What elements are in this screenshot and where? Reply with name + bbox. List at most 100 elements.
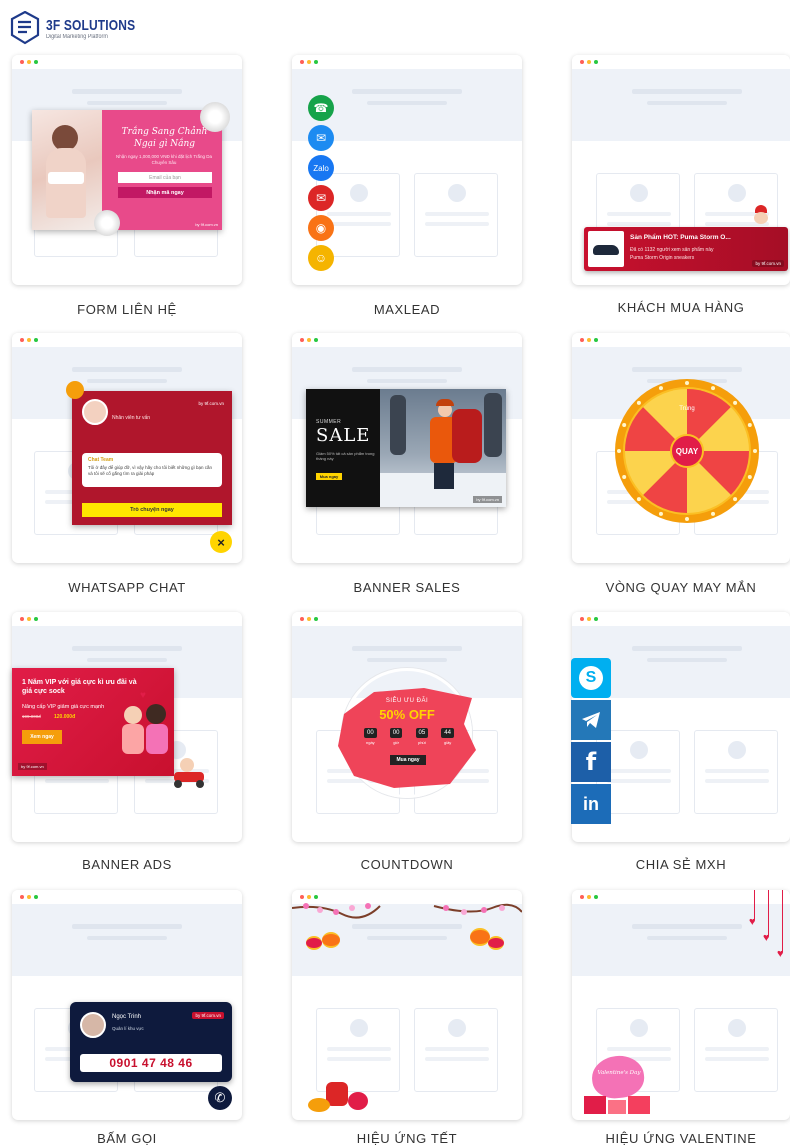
card-label: COUNTDOWN bbox=[360, 857, 454, 872]
popup-title: Sản Phẩm HOT: Puma Storm O... bbox=[630, 234, 731, 241]
brand-badge: by 9f.com.vn bbox=[192, 1012, 224, 1019]
phone-number[interactable]: 0901 47 48 46 bbox=[80, 1054, 222, 1072]
card-form-lien-he[interactable]: Trắng Sang Chảnh Ngại gì Nắng Nhận ngay … bbox=[12, 55, 242, 285]
timer-unit: 00 giờ bbox=[389, 728, 403, 745]
form-title: Trắng Sang Chảnh Ngại gì Nắng bbox=[121, 127, 208, 149]
wheel-light bbox=[711, 511, 716, 516]
brand-badge: by 9f.com.vn bbox=[752, 260, 784, 267]
lucky-wheel[interactable]: QUAY Trúng bbox=[614, 378, 760, 524]
chat-name: Chat Team bbox=[88, 457, 114, 463]
brand-badge: by 9f.com.vn bbox=[195, 222, 218, 227]
card-khach-mua-hang[interactable]: Sản Phẩm HOT: Puma Storm O... Đã có 1132… bbox=[572, 55, 790, 285]
product-image bbox=[588, 231, 624, 267]
card-banner-sales[interactable]: SUMMER SALE Giảm 50% tất cả sản phẩm tro… bbox=[292, 333, 522, 563]
form-popup[interactable]: Trắng Sang Chảnh Ngại gì Nắng Nhận ngay … bbox=[32, 102, 230, 236]
card-countdown[interactable]: SIÊU ƯU ĐÃI 50% OFF 00 ngày 00 giờ 05 ph… bbox=[292, 612, 522, 842]
submit-button[interactable]: Nhận mã ngay bbox=[118, 187, 212, 198]
lantern-icon bbox=[488, 936, 504, 950]
buy-now-button[interactable]: Mua ngay bbox=[390, 755, 426, 765]
heart-icon: ♥ bbox=[749, 916, 756, 928]
card-label: CHIA SẺ MXH bbox=[635, 857, 727, 872]
wheel-light bbox=[636, 497, 641, 502]
ads-subtitle: Nâng cấp VIP giảm giá cực mạnh bbox=[22, 704, 105, 710]
model-image bbox=[32, 110, 102, 230]
couple-illustration bbox=[120, 698, 170, 758]
location-icon[interactable]: ◉ bbox=[308, 215, 334, 241]
ads-banner[interactable]: 1 Năm VIP với giá cực kì ưu đãi và giá c… bbox=[12, 668, 174, 776]
phone-icon[interactable]: ☎ bbox=[308, 95, 334, 121]
sales-banner[interactable]: SUMMER SALE Giảm 50% tất cả sản phẩm tro… bbox=[306, 389, 506, 507]
call-widget[interactable]: Ngọc Trinh Quản lí khu vực by 9f.com.vn … bbox=[70, 1002, 232, 1082]
card-label: BANNER ADS bbox=[82, 857, 172, 872]
close-icon[interactable]: × bbox=[210, 531, 232, 553]
email-icon[interactable]: ✉ bbox=[308, 185, 334, 211]
email-input[interactable]: Email của bạn bbox=[118, 172, 212, 183]
zalo-icon[interactable]: Zalo bbox=[308, 155, 334, 181]
customer-popup[interactable]: Sản Phẩm HOT: Puma Storm O... Đã có 1132… bbox=[584, 227, 788, 271]
skype-icon[interactable]: S bbox=[571, 658, 611, 698]
wheel-light bbox=[636, 400, 641, 405]
brand-badge: by 9f.com.vn bbox=[473, 496, 502, 503]
phone-call-icon[interactable]: ✆ bbox=[208, 1086, 232, 1110]
timer-label: ngày bbox=[366, 740, 375, 745]
card-maxlead[interactable]: ☎ ✉ Zalo ✉ ◉ ☺ bbox=[292, 55, 522, 285]
view-now-button[interactable]: Xem ngay bbox=[22, 730, 62, 744]
telegram-icon[interactable] bbox=[571, 700, 611, 740]
linkedin-icon[interactable]: in bbox=[571, 784, 611, 824]
card-hieu-ung-tet[interactable] bbox=[292, 890, 522, 1120]
timer-value: 05 bbox=[415, 728, 429, 738]
wheel-light bbox=[685, 381, 689, 385]
start-chat-button[interactable]: Trò chuyện ngay bbox=[82, 503, 222, 517]
caller-role: Quản lí khu vực bbox=[112, 1026, 144, 1031]
banner-title: SALE bbox=[316, 425, 371, 446]
message-bubble: Chat Team Tôi ở đây để giúp đỡ, vì vậy h… bbox=[82, 453, 222, 487]
brand-logo-icon bbox=[10, 11, 40, 45]
facebook-glyph: f bbox=[585, 748, 597, 776]
card-label: KHÁCH MUA HÀNG bbox=[617, 300, 745, 315]
form-desc: Nhận ngay 1,000,000 VNĐ khi đặt lịch Trắ… bbox=[115, 154, 213, 165]
wheel-light bbox=[658, 386, 663, 391]
brand-logo[interactable]: 3F SOLUTIONS Digital Marketing Platform bbox=[10, 8, 158, 48]
countdown-timer: 00 ngày 00 giờ 05 phút 44 giây bbox=[364, 728, 454, 745]
avatar bbox=[82, 399, 108, 425]
whatsapp-popup[interactable]: Nhân viên tư vấn by 9f.com.vn Chat Team … bbox=[66, 381, 232, 525]
facebook-icon[interactable]: f bbox=[571, 742, 611, 782]
timer-label: giây bbox=[443, 740, 452, 745]
chat-message: Tôi ở đây để giúp đỡ, vì vậy hãy cho tôi… bbox=[88, 465, 212, 476]
card-label: WHATSAPP CHAT bbox=[68, 580, 186, 595]
card-label: VÒNG QUAY MAY MẮN bbox=[605, 580, 757, 595]
chat-icon[interactable]: ☺ bbox=[308, 245, 334, 271]
lantern-icon bbox=[306, 936, 322, 950]
ads-title: 1 Năm VIP với giá cực kì ưu đãi và giá c… bbox=[22, 679, 137, 695]
buy-now-button[interactable]: Mua ngay bbox=[316, 473, 342, 480]
messenger-icon[interactable]: ✉ bbox=[308, 125, 334, 151]
spin-button-label[interactable]: QUAY bbox=[676, 447, 699, 456]
card-whatsapp-chat[interactable]: Nhân viên tư vấn by 9f.com.vn Chat Team … bbox=[12, 333, 242, 563]
countdown-headline: 50% OFF bbox=[379, 707, 435, 722]
flower-decoration bbox=[94, 210, 120, 236]
ads-new-price: 120.000đ bbox=[54, 714, 76, 720]
countdown-pre: SIÊU ƯU ĐÃI bbox=[385, 698, 429, 704]
valentine-gift: Valentine's Day bbox=[584, 1053, 654, 1116]
timer-label: phút bbox=[417, 740, 426, 745]
wheel-light bbox=[753, 449, 757, 453]
timer-unit: 44 giây bbox=[441, 728, 454, 745]
avatar bbox=[80, 1012, 106, 1038]
telegram-glyph bbox=[582, 712, 600, 728]
card-label: HIỆU ỨNG TẾT bbox=[356, 1131, 458, 1146]
card-bam-goi[interactable]: Ngọc Trinh Quản lí khu vực by 9f.com.vn … bbox=[12, 890, 242, 1120]
timer-unit: 05 phút bbox=[415, 728, 429, 745]
heart-icon: ♥ bbox=[777, 948, 784, 960]
card-label: MAXLEAD bbox=[373, 302, 441, 317]
timer-value: 00 bbox=[364, 728, 377, 738]
card-vong-quay[interactable]: QUAY Trúng bbox=[572, 333, 790, 563]
wheel-light bbox=[733, 497, 738, 502]
heart-icon: ♥ bbox=[140, 690, 146, 701]
santa-decoration bbox=[752, 205, 770, 227]
card-hieu-ung-valentine[interactable]: ♥ ♥ ♥ Valentine's Day bbox=[572, 890, 790, 1120]
timer-label: giờ bbox=[393, 740, 399, 745]
segment-label: Trúng bbox=[679, 406, 694, 412]
linkedin-glyph: in bbox=[583, 793, 599, 814]
brand-badge: by 9f.com.vn bbox=[198, 401, 224, 406]
wheel-light bbox=[658, 511, 663, 516]
